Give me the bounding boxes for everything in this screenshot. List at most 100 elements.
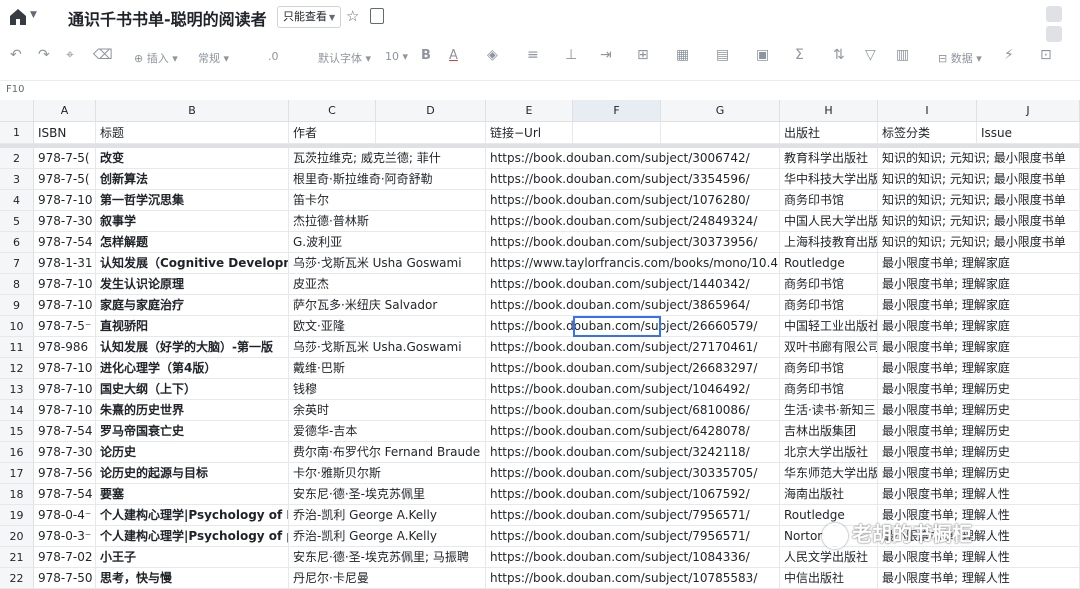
sort-icon[interactable]: ⇅ <box>833 47 845 63</box>
cell-url[interactable]: https://book.douban.com/subject/27170461… <box>486 337 780 358</box>
cell-pub[interactable]: 商务印书馆 <box>780 274 878 295</box>
cell-title[interactable]: 个人建构心理学|Psychology of p <box>96 526 289 547</box>
row-header[interactable]: 9 <box>0 295 34 316</box>
cell-pub[interactable]: 吉林出版集团 <box>780 421 878 442</box>
cell-author[interactable]: 卡尔·雅斯贝尔斯 <box>289 463 486 484</box>
cell-title[interactable]: 论历史的起源与目标 <box>96 463 289 484</box>
row-header[interactable]: 10 <box>0 316 34 337</box>
cell-title[interactable]: 家庭与家庭治疗 <box>96 295 289 316</box>
row-header[interactable]: 8 <box>0 274 34 295</box>
cell-title[interactable]: 发生认识论原理 <box>96 274 289 295</box>
row-header[interactable]: 18 <box>0 484 34 505</box>
row-header[interactable]: 19 <box>0 505 34 526</box>
merge-cells-icon[interactable]: ⊞ <box>637 47 649 63</box>
cell-pub[interactable]: 商务印书馆 <box>780 295 878 316</box>
cell-pub[interactable]: 中国轻工业出版社 <box>780 316 878 337</box>
automation-icon[interactable]: ⚡ <box>1004 47 1014 63</box>
cell-pub[interactable]: 教育科学出版社 <box>780 148 878 169</box>
cell-title[interactable]: 改变 <box>96 148 289 169</box>
cell-reference[interactable]: F10 <box>6 84 24 95</box>
column-header-e[interactable]: E <box>486 100 573 122</box>
cell-pub[interactable]: 上海科技教育出版 <box>780 232 878 253</box>
cell-isbn[interactable]: 978-7-5⁻ <box>34 316 96 337</box>
cell-author[interactable]: 乌莎·戈斯瓦米 Usha Goswami <box>289 253 486 274</box>
cell-tags[interactable]: 最小限度书单; 理解人性 <box>878 484 1080 505</box>
cell-pub[interactable]: Routledge <box>780 253 878 274</box>
cell-author[interactable]: 萨尔瓦多·米纽庆 Salvador <box>289 295 486 316</box>
cell-title[interactable]: 怎样解题 <box>96 232 289 253</box>
header-cell[interactable]: ISBN <box>34 122 96 144</box>
cell-isbn[interactable]: 978-7-10 <box>34 295 96 316</box>
number-format-dropdown[interactable]: 常规 ▾ <box>198 50 229 66</box>
home-icon[interactable] <box>8 7 28 27</box>
cell-isbn[interactable]: 978-7-30 <box>34 211 96 232</box>
cell-tags[interactable]: 知识的知识; 元知识; 最小限度书单 <box>878 232 1080 253</box>
column-header-g[interactable]: G <box>661 100 780 122</box>
cell-tags[interactable]: 知识的知识; 元知识; 最小限度书单 <box>878 148 1080 169</box>
cell-title[interactable]: 创新算法 <box>96 169 289 190</box>
row-header[interactable]: 1 <box>0 122 34 144</box>
cell-url[interactable]: https://book.douban.com/subject/3865964/ <box>486 295 780 316</box>
cell-author[interactable]: 乔治-凯利 George A.Kelly <box>289 526 486 547</box>
cell-url[interactable]: https://book.douban.com/subject/1440342/ <box>486 274 780 295</box>
cell-title[interactable]: 认知发展（好学的大脑）-第一版 <box>96 337 289 358</box>
column-header-d[interactable]: D <box>376 100 486 122</box>
row-header[interactable]: 21 <box>0 547 34 568</box>
cell-isbn[interactable]: 978-7-30 <box>34 442 96 463</box>
cell-isbn[interactable]: 978-7-10 <box>34 379 96 400</box>
cell-pub[interactable]: 生活·读书·新知三 <box>780 400 878 421</box>
cell-pub[interactable]: 海南出版社 <box>780 484 878 505</box>
cell-author[interactable]: 乔治-凯利 George A.Kelly <box>289 505 486 526</box>
cell-pub[interactable]: 华东师范大学出版 <box>780 463 878 484</box>
cell-isbn[interactable]: 978-7-54 <box>34 232 96 253</box>
cell-isbn[interactable]: 978-7-54 <box>34 421 96 442</box>
cell-url[interactable]: https://book.douban.com/subject/24849324… <box>486 211 780 232</box>
cell-title[interactable]: 小王子 <box>96 547 289 568</box>
row-header[interactable]: 22 <box>0 568 34 589</box>
cell-url[interactable]: https://book.douban.com/subject/7956571/ <box>486 505 780 526</box>
cell-author[interactable]: 瓦茨拉维克; 威克兰德; 菲什 <box>289 148 486 169</box>
row-header[interactable]: 11 <box>0 337 34 358</box>
decimal-button[interactable]: .0 <box>268 50 279 63</box>
cell-author[interactable]: 根里奇·斯拉维奇·阿奇舒勒 <box>289 169 486 190</box>
cell-url[interactable]: https://book.douban.com/subject/26683297… <box>486 358 780 379</box>
text-color-button[interactable]: A <box>449 48 458 63</box>
row-header[interactable]: 3 <box>0 169 34 190</box>
cell-title[interactable]: 叙事学 <box>96 211 289 232</box>
cell-author[interactable]: 杰拉德·普林斯 <box>289 211 486 232</box>
data-button[interactable]: ⊟ 数据 ▾ <box>938 50 982 66</box>
more-icon[interactable]: ⊡ <box>1040 47 1052 63</box>
cell-url[interactable]: https://book.douban.com/subject/6810086/ <box>486 400 780 421</box>
cell-author[interactable]: 爱德华-吉本 <box>289 421 486 442</box>
cell-isbn[interactable]: 978-7-10 <box>34 274 96 295</box>
cell-title[interactable]: 要塞 <box>96 484 289 505</box>
cell-url[interactable]: https://book.douban.com/subject/30373956… <box>486 232 780 253</box>
cell-isbn[interactable]: 978-7-10 <box>34 358 96 379</box>
cell-tags[interactable]: 知识的知识; 元知识; 最小限度书单 <box>878 190 1080 211</box>
document-status-icon[interactable] <box>370 8 384 24</box>
cell-isbn[interactable]: 978-7-5( <box>34 148 96 169</box>
freeze-icon[interactable]: ▤ <box>716 47 729 63</box>
cell-url[interactable]: https://book.douban.com/subject/1084336/ <box>486 547 780 568</box>
cell-tags[interactable]: 最小限度书单; 理解历史 <box>878 400 1080 421</box>
chevron-down-icon[interactable]: ▼ <box>30 10 37 20</box>
cell-author[interactable]: 安东尼·德·圣-埃克苏佩里 <box>289 484 486 505</box>
row-header[interactable]: 13 <box>0 379 34 400</box>
insert-button[interactable]: ⊕ 插入 ▾ <box>134 50 178 66</box>
view-mode-dropdown[interactable]: 只能查看 ▼ <box>277 6 342 28</box>
format-painter-icon[interactable]: ⌖ <box>66 47 74 63</box>
avatar[interactable] <box>1046 26 1062 42</box>
selected-cell-outline[interactable] <box>573 316 661 337</box>
cell-isbn[interactable]: 978-7-50 <box>34 568 96 589</box>
cell-url[interactable]: https://book.douban.com/subject/3354596/ <box>486 169 780 190</box>
column-header-b[interactable]: B <box>96 100 289 122</box>
cell-title[interactable]: 朱熹的历史世界 <box>96 400 289 421</box>
document-title[interactable]: 通识千书书单-聪明的阅读者 <box>68 6 267 30</box>
cell-tags[interactable]: 最小限度书单; 理解历史 <box>878 379 1080 400</box>
cell-tags[interactable]: 最小限度书单; 理解家庭 <box>878 295 1080 316</box>
header-cell[interactable]: 标签分类 <box>878 122 977 144</box>
row-header[interactable]: 5 <box>0 211 34 232</box>
cell-author[interactable]: 笛卡尔 <box>289 190 486 211</box>
cell-url[interactable]: https://book.douban.com/subject/7956571/ <box>486 526 780 547</box>
header-cell[interactable] <box>376 122 486 144</box>
